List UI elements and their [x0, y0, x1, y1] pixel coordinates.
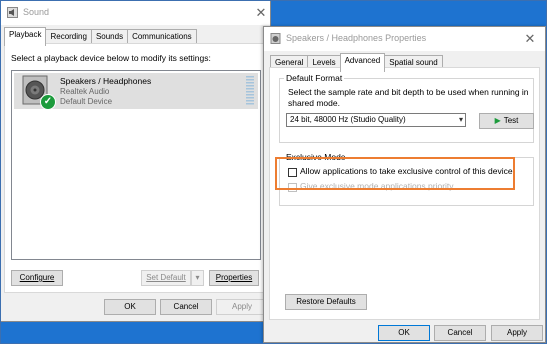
configure-button[interactable]: Configure	[11, 270, 63, 286]
sound-cancel-button[interactable]: Cancel	[160, 299, 212, 315]
properties-titlebar: Speakers / Headphones Properties ✕	[264, 27, 545, 51]
device-list[interactable]: ✓ Speakers / Headphones Realtek Audio De…	[11, 70, 261, 260]
format-select-value: 24 bit, 48000 Hz (Studio Quality)	[290, 115, 406, 124]
test-button[interactable]: ▶ Test	[479, 113, 534, 129]
sound-window: Sound ✕ Playback Recording Sounds Commun…	[0, 0, 271, 322]
sound-close-icon[interactable]: ✕	[253, 5, 269, 21]
properties-cancel-button[interactable]: Cancel	[434, 325, 486, 341]
chevron-down-icon: ▾	[458, 115, 463, 124]
set-default-button[interactable]: Set Default	[141, 270, 191, 286]
properties-button[interactable]: Properties	[209, 270, 259, 286]
sound-app-icon	[7, 7, 18, 18]
play-icon: ▶	[494, 116, 501, 125]
set-default-dropdown[interactable]: ▾	[191, 270, 204, 286]
chevron-down-icon: ▾	[195, 273, 200, 282]
tab-playback[interactable]: Playback	[4, 27, 47, 46]
restore-defaults-button[interactable]: Restore Defaults	[285, 294, 367, 310]
playback-instruction: Select a playback device below to modify…	[11, 53, 211, 63]
tab-advanced[interactable]: Advanced	[339, 53, 386, 72]
set-default-label: Set Default	[146, 273, 186, 282]
default-device-check-icon: ✓	[40, 94, 56, 110]
sound-apply-button[interactable]: Apply	[216, 299, 268, 315]
properties-apply-button[interactable]: Apply	[491, 325, 543, 341]
default-format-group: Default Format Select the sample rate an…	[279, 73, 534, 143]
playback-panel: Select a playback device below to modify…	[4, 43, 268, 293]
device-name: Speakers / Headphones	[60, 76, 152, 86]
properties-ok-button[interactable]: OK	[378, 325, 430, 341]
properties-close-icon[interactable]: ✕	[522, 31, 538, 47]
test-button-label: Test	[503, 116, 519, 125]
default-format-description: Select the sample rate and bit depth to …	[288, 87, 529, 108]
speaker-small-icon	[270, 33, 281, 44]
device-list-item[interactable]: ✓ Speakers / Headphones Realtek Audio De…	[14, 73, 258, 110]
format-select[interactable]: 24 bit, 48000 Hz (Studio Quality) ▾	[286, 113, 466, 127]
advanced-panel: Default Format Select the sample rate an…	[269, 67, 540, 320]
annotation-highlight-box	[275, 157, 515, 190]
device-driver: Realtek Audio	[60, 87, 110, 96]
properties-window-title: Speakers / Headphones Properties	[286, 33, 427, 43]
sound-titlebar: Sound ✕	[1, 1, 270, 25]
properties-label: Properties	[215, 273, 253, 282]
level-meter	[246, 76, 254, 106]
sound-ok-button[interactable]: OK	[104, 299, 156, 315]
sound-window-title: Sound	[23, 7, 50, 17]
default-format-legend: Default Format	[286, 73, 343, 83]
device-status: Default Device	[60, 97, 113, 106]
configure-label: Configure	[19, 273, 55, 282]
